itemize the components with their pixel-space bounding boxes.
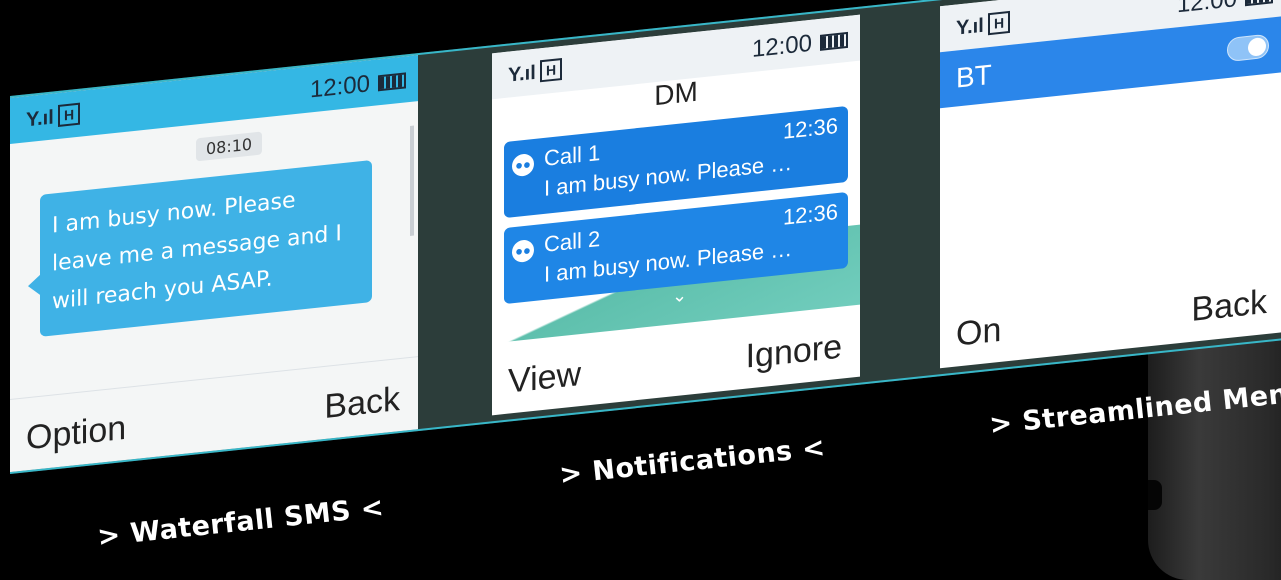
scrollbar[interactable] (410, 125, 414, 236)
h-network-icon: H (58, 102, 80, 127)
status-time: 12:00 (751, 29, 812, 64)
chevron-down-icon[interactable]: ⌄ (672, 285, 687, 308)
contact-icon: ●● (512, 238, 534, 264)
back-softkey[interactable]: Back (324, 380, 400, 427)
battery-icon (1245, 0, 1273, 7)
view-softkey[interactable]: View (508, 355, 581, 402)
signal-icon: Y.ıl (26, 106, 54, 132)
status-bar: Y.ıl H 12:00 (10, 55, 418, 144)
contact-icon: ●● (512, 152, 534, 178)
message-bubble[interactable]: I am busy now. Please leave me a message… (40, 159, 372, 337)
bt-toggle[interactable] (1227, 33, 1269, 63)
signal-icon: Y.ıl (508, 61, 536, 87)
status-time: 12:00 (1176, 0, 1237, 19)
back-softkey[interactable]: Back (1191, 283, 1267, 330)
toggle-knob (1248, 36, 1266, 57)
notification-time: 12:36 (782, 112, 838, 144)
ignore-softkey[interactable]: Ignore (746, 328, 842, 377)
notification-name: Call 2 (544, 225, 601, 257)
option-softkey[interactable]: Option (26, 409, 126, 459)
message-timestamp: 08:10 (196, 131, 263, 162)
battery-icon (378, 72, 406, 92)
caption-waterfall-sms: > Waterfall SMS < (96, 491, 386, 553)
softkey-bar: Option Back (10, 356, 418, 472)
h-network-icon: H (988, 10, 1010, 36)
sms-screen: Y.ıl H 12:00 08:10 I am busy now. Please… (10, 55, 418, 473)
notification-time: 12:36 (782, 198, 838, 230)
menu-item-label: BT (956, 58, 992, 94)
side-slot (1148, 480, 1162, 510)
notification-name: Call 1 (544, 139, 601, 171)
menu-screen: Y.ıl H 12:00 BT On Back (940, 0, 1281, 369)
h-network-icon: H (540, 57, 562, 83)
battery-icon (820, 31, 848, 51)
caption-notifications: > Notifications < (558, 432, 827, 491)
on-softkey[interactable]: On (956, 311, 1001, 355)
status-time: 12:00 (309, 70, 370, 104)
notifications-screen: Y.ıl H 12:00 DM ●● Call 1 12:36 I am bus… (492, 14, 860, 416)
signal-icon: Y.ıl (956, 14, 984, 40)
